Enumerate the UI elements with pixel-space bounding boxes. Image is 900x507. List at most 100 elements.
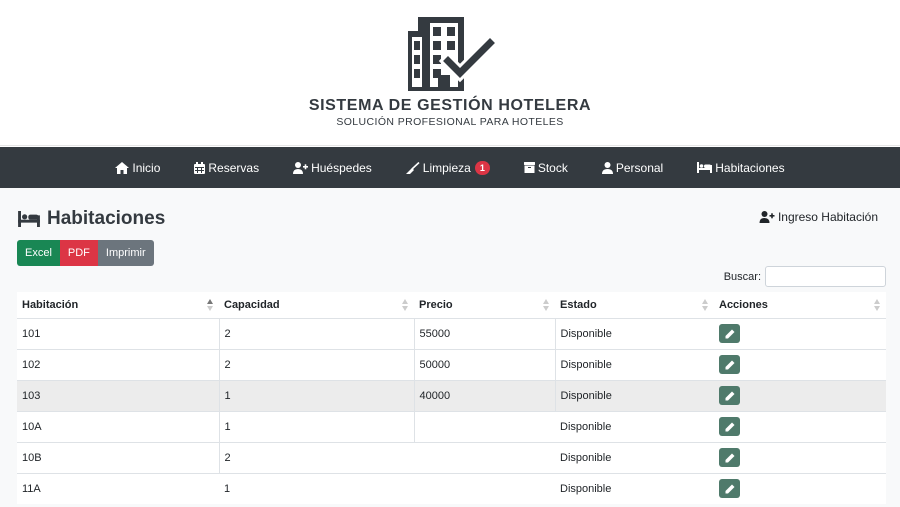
column-header-precio[interactable]: Precio: [414, 292, 555, 319]
excel-button[interactable]: Excel: [17, 240, 60, 266]
nav-label: Habitaciones: [715, 160, 785, 175]
user-icon: [601, 161, 613, 174]
sort-icon: [702, 299, 708, 311]
cell-room: 11A: [17, 472, 219, 504]
cell-status: Disponible: [555, 348, 714, 380]
column-header-habitacion[interactable]: Habitación: [17, 292, 219, 319]
nav-label: Limpieza: [422, 160, 471, 175]
nav-item-stock[interactable]: Stock: [523, 160, 568, 175]
print-button[interactable]: Imprimir: [97, 240, 154, 266]
nav-item-habitaciones[interactable]: Habitaciones: [697, 160, 785, 175]
cell-capacity: 2: [219, 348, 415, 380]
add-room-link[interactable]: Ingreso Habitación: [759, 210, 878, 224]
cell-status: Disponible: [555, 441, 714, 473]
cell-room: 10A: [17, 410, 220, 442]
cell-capacity: 1: [219, 410, 415, 442]
table-row: 11A 1 Disponible: [17, 472, 886, 504]
column-header-acciones[interactable]: Acciones: [714, 292, 886, 319]
home-icon: [115, 161, 130, 174]
column-header-estado[interactable]: Estado: [555, 292, 714, 319]
edit-button[interactable]: [719, 448, 740, 467]
table-row: 103 1 40000 Disponible: [17, 379, 886, 411]
cell-capacity: 1: [219, 472, 414, 504]
cell-price: [414, 472, 555, 504]
column-header-capacidad[interactable]: Capacidad: [219, 292, 414, 319]
cell-actions: [714, 410, 886, 442]
nav-label: Personal: [615, 160, 664, 175]
sort-icon: [874, 299, 880, 311]
page-title-text: Habitaciones: [47, 208, 166, 229]
nav-item-inicio[interactable]: Inicio: [115, 161, 160, 175]
limpieza-count-badge: 1: [474, 160, 490, 175]
cell-price: [414, 441, 555, 473]
table-row: 101 2 55000 Disponible: [17, 317, 886, 349]
cell-capacity: 1: [219, 379, 415, 411]
search-box: Buscar:: [724, 266, 886, 287]
brand-title: SISTEMA DE GESTIÓN HOTELERA: [308, 97, 592, 114]
rooms-table: Habitación Capacidad Precio Estado Accio…: [17, 292, 886, 504]
table-row: 102 2 50000 Disponible: [17, 348, 886, 380]
nav-label: Inicio: [132, 160, 161, 175]
nav-item-limpieza[interactable]: Limpieza 1: [405, 160, 490, 175]
page-title: Habitaciones: [17, 208, 165, 230]
cell-status: Disponible: [555, 379, 714, 411]
hotel-building-check-icon: [408, 17, 496, 91]
bed-icon: [18, 211, 40, 227]
cell-price: 55000: [414, 317, 556, 349]
box-icon: [523, 162, 535, 173]
user-plus-icon: [759, 211, 775, 223]
edit-button[interactable]: [719, 417, 740, 436]
sort-asc-icon: [207, 299, 213, 311]
broom-icon: [405, 161, 420, 174]
edit-button[interactable]: [719, 479, 740, 499]
cell-room: 102: [17, 348, 220, 380]
cell-capacity: 2: [219, 441, 414, 473]
nav-item-personal[interactable]: Personal: [601, 160, 664, 175]
pencil-icon: [725, 360, 734, 369]
pencil-icon: [725, 391, 734, 400]
cell-status: Disponible: [555, 472, 714, 504]
pencil-icon: [725, 453, 734, 462]
cell-capacity: 2: [219, 317, 415, 349]
pencil-icon: [725, 484, 734, 494]
cell-price: 50000: [414, 348, 556, 380]
main-content: Habitaciones Ingreso Habitación Excel PD…: [0, 188, 900, 507]
user-plus-icon: [293, 161, 309, 174]
nav-item-huespedes[interactable]: Huéspedes: [293, 161, 372, 175]
cell-actions: [714, 472, 886, 504]
sort-icon: [543, 299, 549, 311]
cell-actions: [714, 348, 886, 380]
main-navbar: Inicio Reservas Huéspedes Limpieza 1 Sto…: [0, 147, 900, 188]
cell-actions: [714, 441, 886, 473]
search-input[interactable]: [765, 266, 886, 287]
calendar-icon: [194, 161, 206, 174]
cell-room: 103: [17, 379, 220, 411]
cell-price: [414, 410, 555, 442]
nav-label: Huéspedes: [311, 160, 372, 175]
bed-icon: [697, 162, 713, 173]
pencil-icon: [725, 329, 734, 338]
edit-button[interactable]: [719, 355, 740, 374]
export-buttons: Excel PDF Imprimir: [17, 240, 154, 266]
nav-item-reservas[interactable]: Reservas: [194, 161, 259, 175]
cell-room: 101: [17, 317, 220, 349]
cell-room: 10B: [17, 441, 220, 473]
table-row: 10A 1 Disponible: [17, 410, 886, 442]
pdf-button[interactable]: PDF: [59, 240, 98, 266]
nav-label: Reservas: [208, 160, 260, 175]
cell-actions: [714, 379, 886, 411]
cell-price: 40000: [414, 379, 556, 411]
pencil-icon: [725, 422, 734, 431]
add-room-label: Ingreso Habitación: [777, 210, 878, 224]
header: SISTEMA DE GESTIÓN HOTELERA SOLUCIÓN PRO…: [0, 0, 900, 146]
sort-icon: [402, 299, 408, 311]
table-row: 10B 2 Disponible: [17, 441, 886, 473]
cell-status: Disponible: [555, 317, 714, 349]
edit-button[interactable]: [719, 324, 740, 343]
cell-status: Disponible: [555, 410, 714, 442]
cell-actions: [714, 317, 886, 349]
nav-label: Stock: [537, 160, 568, 175]
brand-subtitle: SOLUCIÓN PROFESIONAL PARA HOTELES: [336, 116, 564, 128]
edit-button[interactable]: [719, 386, 740, 405]
search-label: Buscar:: [723, 270, 761, 283]
